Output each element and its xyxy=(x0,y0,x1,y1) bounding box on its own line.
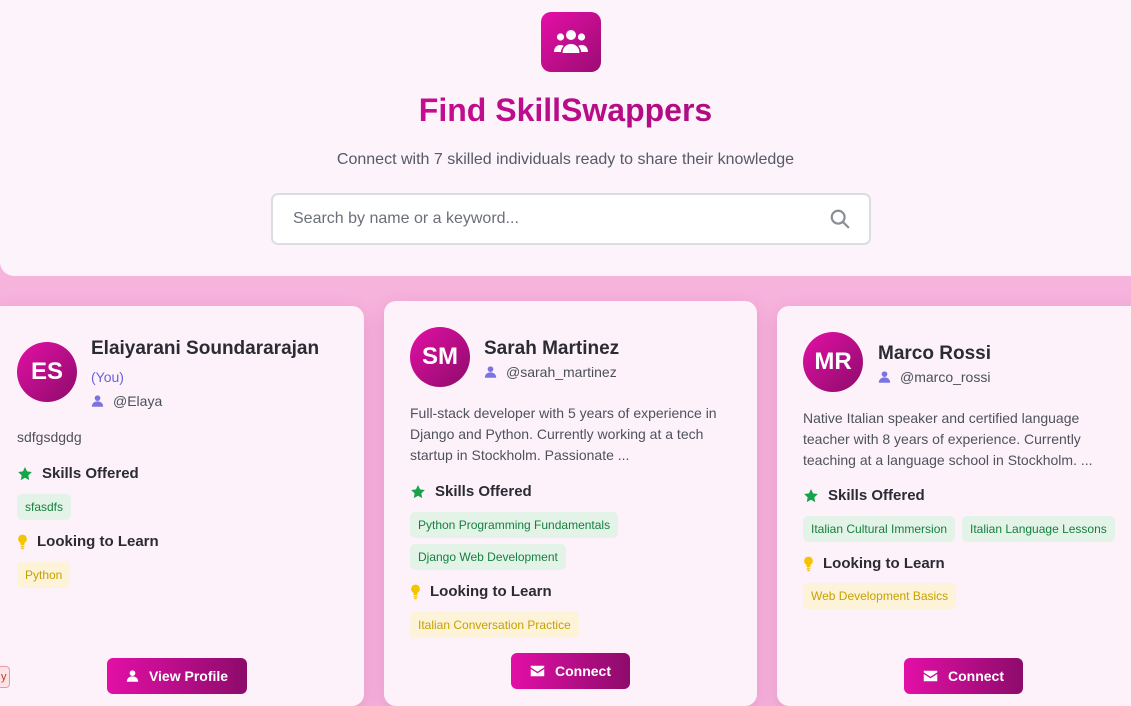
learn-tag: Python xyxy=(17,562,71,588)
avatar: MR xyxy=(803,332,863,392)
button-label: Connect xyxy=(948,668,1004,684)
search-icon[interactable] xyxy=(829,208,851,230)
user-name: Sarah Martinez xyxy=(484,338,620,359)
page-subtitle: Connect with 7 skilled individuals ready… xyxy=(336,151,795,168)
looking-to-learn-label: Looking to Learn xyxy=(823,555,945,572)
user-icon xyxy=(878,370,891,384)
logo-badge xyxy=(541,12,601,72)
user-card: SM Sarah Martinez @sarah_martinez Full-s… xyxy=(384,301,757,706)
username-text: @sarah_martinez xyxy=(506,364,617,380)
avatar: SM xyxy=(410,327,470,387)
looking-to-learn-label: Looking to Learn xyxy=(37,533,159,550)
user-card: MR Marco Rossi @marco_rossi Native Itali… xyxy=(777,306,1131,706)
avatar: ES xyxy=(17,342,77,402)
username-text: @Elaya xyxy=(113,393,163,409)
star-icon xyxy=(410,484,426,500)
looking-to-learn-heading: Looking to Learn xyxy=(17,533,159,550)
skills-offered-label: Skills Offered xyxy=(828,487,925,504)
you-label: (You) xyxy=(91,369,124,385)
users-group-icon xyxy=(554,30,588,53)
username: @marco_rossi xyxy=(878,369,990,385)
user-bio: sdfgsdgdg xyxy=(17,429,82,445)
looking-to-learn-heading: Looking to Learn xyxy=(803,555,945,572)
star-icon xyxy=(803,488,819,504)
lightbulb-icon xyxy=(410,584,421,600)
user-icon xyxy=(484,365,497,379)
search-bar xyxy=(271,193,871,245)
skills-offered-label: Skills Offered xyxy=(42,465,139,482)
skills-offered-heading: Skills Offered xyxy=(803,487,925,504)
skill-tag: Italian Cultural Immersion xyxy=(803,516,956,542)
learn-tag: Web Development Basics xyxy=(803,583,957,609)
learn-tag: Italian Conversation Practice xyxy=(410,612,579,638)
looking-to-learn-label: Looking to Learn xyxy=(430,583,552,600)
connect-button[interactable]: Connect xyxy=(904,658,1023,694)
lightbulb-icon xyxy=(17,534,28,550)
page-header: Find SkillSwappers Connect with 7 skille… xyxy=(0,0,1131,276)
skill-tag: Python Programming Fundamentals xyxy=(410,512,619,538)
user-bio: Full-stack developer with 5 years of exp… xyxy=(410,405,717,463)
page-title: Find SkillSwappers xyxy=(0,92,1131,129)
username: @Elaya xyxy=(91,393,162,409)
user-icon xyxy=(91,394,104,408)
username-text: @marco_rossi xyxy=(900,369,991,385)
button-label: View Profile xyxy=(148,668,229,684)
skills-offered-label: Skills Offered xyxy=(435,483,532,500)
button-label: Connect xyxy=(555,663,611,679)
user-bio: Native Italian speaker and certified lan… xyxy=(803,410,1093,468)
skills-offered-heading: Skills Offered xyxy=(17,465,139,482)
star-icon xyxy=(17,466,33,482)
username: @sarah_martinez xyxy=(484,364,617,380)
user-name: Marco Rossi xyxy=(878,343,991,364)
lightbulb-icon xyxy=(803,556,814,572)
user-name: Elaiyarani Soundararajan xyxy=(91,338,320,359)
looking-to-learn-heading: Looking to Learn xyxy=(410,583,552,600)
envelope-icon xyxy=(530,665,545,677)
user-card: ES Elaiyarani Soundararajan (You) @Elaya… xyxy=(0,306,364,706)
edge-badge[interactable]: y xyxy=(0,666,10,688)
envelope-icon xyxy=(923,670,938,682)
skill-tag: Italian Language Lessons xyxy=(962,516,1115,542)
skill-tag: sfasdfs xyxy=(17,494,72,520)
user-icon xyxy=(126,669,139,683)
search-input[interactable] xyxy=(273,195,829,243)
connect-button[interactable]: Connect xyxy=(511,653,630,689)
skills-offered-heading: Skills Offered xyxy=(410,483,532,500)
view-profile-button[interactable]: View Profile xyxy=(107,658,247,694)
skill-tag: Django Web Development xyxy=(410,544,566,570)
